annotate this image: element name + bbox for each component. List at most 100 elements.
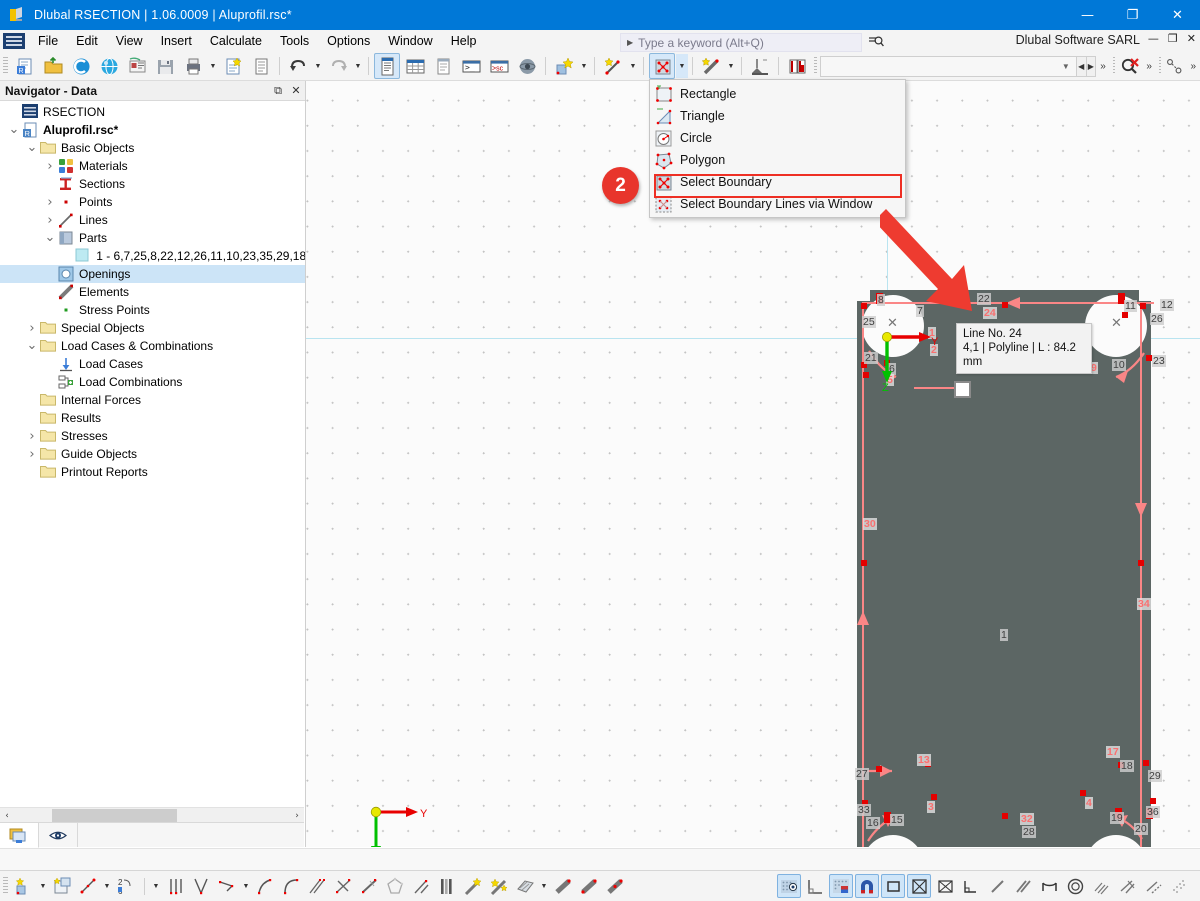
document-button[interactable]: [248, 53, 274, 79]
menu-item-polygon[interactable]: Polygon: [650, 149, 905, 171]
tree-item-printout-reports[interactable]: Printout Reports: [0, 463, 305, 481]
menu-window[interactable]: Window: [379, 32, 441, 50]
restore-panel-icon[interactable]: ⧉: [269, 84, 287, 98]
control-point[interactable]: [1002, 813, 1008, 819]
toolbar-overflow-2[interactable]: »: [1142, 61, 1156, 72]
control-point[interactable]: [1080, 790, 1086, 796]
parallel-lines-button[interactable]: [163, 874, 187, 898]
boundary-snap-button[interactable]: [933, 874, 957, 898]
ortho-toggle[interactable]: [803, 874, 827, 898]
navigator-tab-display[interactable]: [39, 823, 78, 847]
divide-button-dropdown-arrow[interactable]: ▼: [150, 875, 162, 897]
chevron-right-icon[interactable]: ›: [42, 195, 58, 210]
navigator-horizontal-scrollbar[interactable]: ‹ ›: [0, 807, 304, 823]
shading-button-dropdown-arrow[interactable]: ▼: [538, 875, 550, 897]
render-button[interactable]: [514, 53, 540, 79]
tree-item-1-6-7-25-8-22-12-26-11-10-23-35-29-18-1[interactable]: 1 - 6,7,25,8,22,12,26,11,10,23,35,29,18,…: [0, 247, 305, 265]
menu-item-rectangle[interactable]: Rectangle: [650, 83, 905, 105]
chevron-down-icon[interactable]: ⌄: [6, 123, 22, 136]
scroll-right-icon[interactable]: ›: [290, 811, 304, 821]
extend-button[interactable]: [357, 874, 381, 898]
quick-search-input[interactable]: ▶ Type a keyword (Alt+Q): [620, 33, 862, 52]
toolbar-overflow-1[interactable]: »: [1096, 61, 1110, 72]
tree-item-load-cases[interactable]: Load Cases: [0, 355, 305, 373]
trim-button[interactable]: [331, 874, 355, 898]
chevron-right-icon[interactable]: ›: [42, 159, 58, 174]
print-button-dropdown-arrow[interactable]: ▼: [207, 54, 219, 78]
tree-item-sections[interactable]: Sections: [0, 175, 305, 193]
new-point-button-dropdown-arrow[interactable]: ▼: [578, 54, 590, 78]
document-restore-button[interactable]: ❐: [1168, 32, 1178, 45]
toolbar-grip-start[interactable]: [3, 57, 8, 75]
menu-insert[interactable]: Insert: [152, 32, 201, 50]
tree-item-elements[interactable]: Elements: [0, 283, 305, 301]
redo-button-dropdown-arrow[interactable]: ▼: [352, 54, 364, 78]
near-snap-button[interactable]: [1089, 874, 1113, 898]
chevron-down-icon[interactable]: ⌄: [24, 141, 40, 154]
thick-line3-button[interactable]: [603, 874, 627, 898]
menu-item-triangle[interactable]: Triangle: [650, 105, 905, 127]
script-button[interactable]: >sc: [486, 53, 512, 79]
new-line-button[interactable]: [600, 53, 626, 79]
list-button[interactable]: [430, 53, 456, 79]
control-point[interactable]: [861, 560, 867, 566]
tree-item-aluprofil-rsc[interactable]: ⌄ R Aluprofil.rsc*: [0, 121, 305, 139]
boundary-line-right[interactable]: [1140, 302, 1142, 847]
printout-report-button[interactable]: [220, 53, 246, 79]
toolbar-grip-3[interactable]: [1158, 57, 1162, 75]
print-button[interactable]: [180, 53, 206, 79]
support-button[interactable]: [747, 53, 773, 79]
connect-button[interactable]: [68, 53, 94, 79]
control-point[interactable]: [1002, 302, 1008, 308]
control-point[interactable]: [861, 303, 867, 309]
stripes-button[interactable]: [435, 874, 459, 898]
extension-snap-button[interactable]: [1141, 874, 1165, 898]
web-services-button[interactable]: [96, 53, 122, 79]
tree-item-internal-forces[interactable]: Internal Forces: [0, 391, 305, 409]
scroll-left-icon[interactable]: ‹: [0, 811, 14, 821]
menu-item-select-boundary[interactable]: Select Boundary: [650, 171, 905, 193]
close-panel-icon[interactable]: ✕: [287, 84, 305, 97]
minimize-button[interactable]: —: [1065, 0, 1110, 30]
point-cloud-snap-button[interactable]: [1167, 874, 1191, 898]
tree-item-stresses[interactable]: › Stresses: [0, 427, 305, 445]
coordinate-button-dropdown-arrow[interactable]: ▼: [101, 875, 113, 897]
circle-snap-button[interactable]: [1063, 874, 1087, 898]
rectangle-toggle[interactable]: [881, 874, 905, 898]
coordinate-button[interactable]: [76, 874, 100, 898]
redo-button[interactable]: [325, 53, 351, 79]
thick-line1-button[interactable]: [551, 874, 575, 898]
tree-item-basic-objects[interactable]: ⌄ Basic Objects: [0, 139, 305, 157]
perpendicular-button[interactable]: [215, 874, 239, 898]
toolbar-grip[interactable]: [814, 57, 817, 75]
menu-file[interactable]: File: [29, 32, 67, 50]
navigator-tab-data[interactable]: [0, 823, 39, 848]
new-line-button-dropdown-arrow[interactable]: ▼: [627, 54, 639, 78]
thick-line2-button[interactable]: [577, 874, 601, 898]
new-opening-button[interactable]: [649, 53, 675, 79]
line-snap-button[interactable]: [985, 874, 1009, 898]
menu-item-select-boundary-lines-via-window[interactable]: Select Boundary Lines via Window: [650, 193, 905, 215]
toolbar-grip-2[interactable]: [1112, 57, 1116, 75]
menu-help[interactable]: Help: [442, 32, 486, 50]
chevron-down-icon[interactable]: ⌄: [24, 339, 40, 352]
grid-toggle[interactable]: [829, 874, 853, 898]
menu-view[interactable]: View: [107, 32, 152, 50]
navigator-button[interactable]: [374, 53, 400, 79]
tree-item-lines[interactable]: › Lines: [0, 211, 305, 229]
new-opening-button-dropdown-arrow[interactable]: ▼: [676, 54, 688, 78]
shading-button[interactable]: [513, 874, 537, 898]
tree-item-parts[interactable]: ⌄ Parts: [0, 229, 305, 247]
tree-item-openings[interactable]: Openings: [0, 265, 305, 283]
menu-item-circle[interactable]: Circle: [650, 127, 905, 149]
arc-snap-button[interactable]: [1037, 874, 1061, 898]
offset-button[interactable]: [305, 874, 329, 898]
new-element-button[interactable]: [698, 53, 724, 79]
bottom-toolbar-grip[interactable]: [3, 877, 8, 895]
view-combo-box[interactable]: ▼: [819, 55, 1077, 77]
chevron-right-icon[interactable]: ›: [42, 213, 58, 228]
scroll-thumb[interactable]: [52, 809, 177, 822]
overflow-icon[interactable]: [1165, 53, 1185, 79]
library-button[interactable]: [784, 53, 810, 79]
intersection-snap-button[interactable]: [1115, 874, 1139, 898]
